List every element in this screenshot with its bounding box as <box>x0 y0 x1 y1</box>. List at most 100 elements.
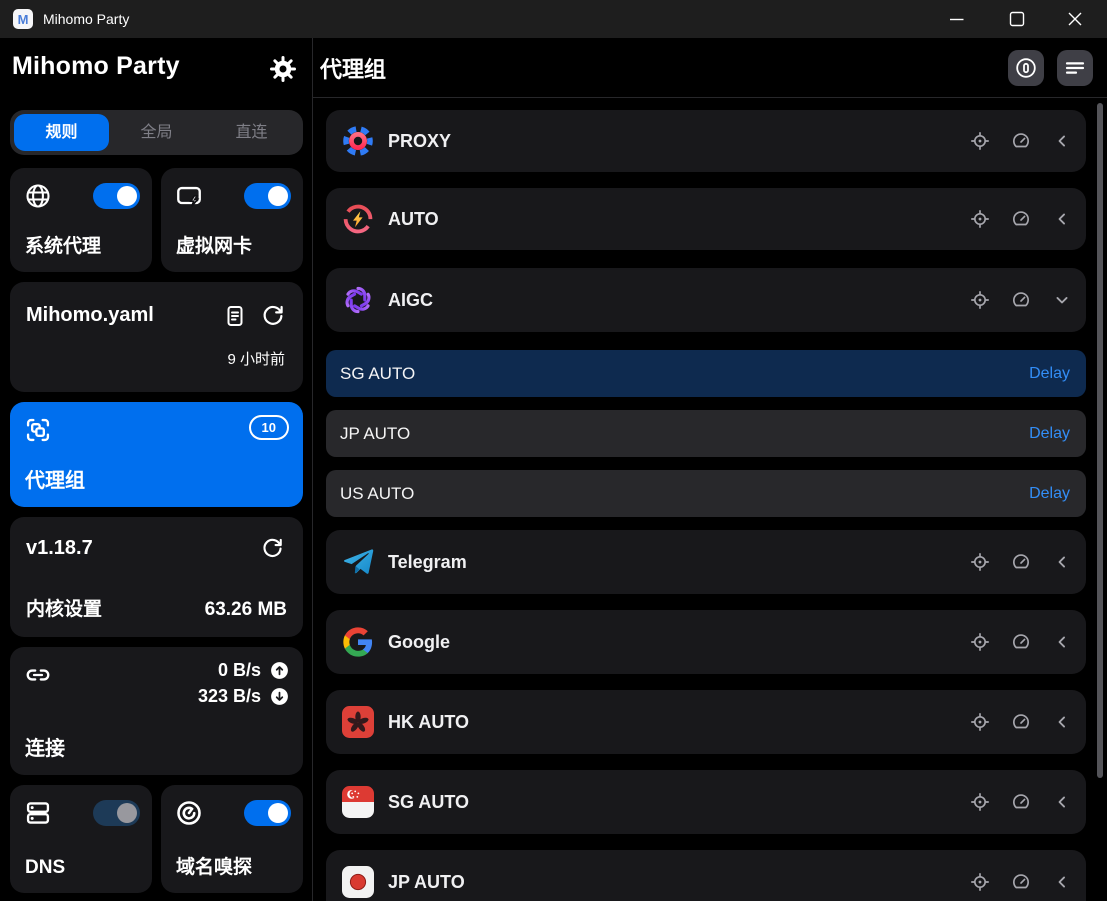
locate-icon[interactable] <box>970 209 990 229</box>
proxy-group-row[interactable]: SG AUTO <box>326 770 1086 834</box>
dns-toggle[interactable] <box>93 800 140 826</box>
chevron-left-icon[interactable] <box>1052 209 1072 229</box>
tun-toggle[interactable] <box>244 183 291 209</box>
group-name: SG AUTO <box>388 792 469 813</box>
core-settings-card[interactable]: v1.18.7 内核设置 63.26 MB <box>10 517 303 637</box>
locate-icon[interactable] <box>970 712 990 732</box>
column-layout-button[interactable] <box>1008 50 1044 86</box>
sort-lines-icon <box>1063 56 1087 80</box>
dns-server-icon <box>24 799 52 827</box>
delay-test-icon[interactable] <box>1011 792 1031 812</box>
connections-label: 连接 <box>25 732 65 761</box>
profile-name: Mihomo.yaml <box>26 304 154 327</box>
chevron-left-icon[interactable] <box>1052 632 1072 652</box>
delay-test-icon[interactable] <box>1011 552 1031 572</box>
locate-icon[interactable] <box>970 552 990 572</box>
tab-global[interactable]: 全局 <box>109 114 204 151</box>
delay-test-icon[interactable] <box>1011 712 1031 732</box>
minimize-button[interactable] <box>934 0 980 38</box>
group-name: PROXY <box>388 131 451 152</box>
proxy-group-count-badge: 10 <box>249 415 289 440</box>
delay-test-icon[interactable] <box>1011 131 1031 151</box>
proxy-name: SG AUTO <box>340 364 415 384</box>
core-settings-label: 内核设置 <box>26 594 102 621</box>
system-proxy-toggle[interactable] <box>93 183 140 209</box>
chevron-left-icon[interactable] <box>1052 552 1072 572</box>
mihomo-party-window: M Mihomo Party Mihomo Party 规则 全局 直连 系统代… <box>0 0 1107 901</box>
group-name: Telegram <box>388 552 467 573</box>
auto-logo-icon <box>342 203 374 235</box>
globe-icon <box>24 182 52 210</box>
sniffer-radar-icon <box>175 799 203 827</box>
hong-kong-flag-icon <box>342 706 374 738</box>
traffic-speeds: 0 B/s 323 B/s <box>198 660 290 707</box>
scrollbar-thumb[interactable] <box>1097 103 1103 778</box>
sidebar-item-proxy-groups[interactable]: 10 代理组 <box>10 402 303 507</box>
profile-card[interactable]: Mihomo.yaml 9 小时前 <box>10 282 303 392</box>
proxy-group-row[interactable]: PROXY <box>326 110 1086 172</box>
close-button[interactable] <box>1052 0 1098 38</box>
proxy-group-row[interactable]: AIGC <box>326 268 1086 332</box>
delay-link[interactable]: Delay <box>1029 425 1070 443</box>
dns-card[interactable]: DNS <box>10 785 152 893</box>
titlebar-title: Mihomo Party <box>43 11 129 27</box>
app-icon: M <box>13 9 33 29</box>
upload-speed: 0 B/s <box>218 660 261 681</box>
tab-direct[interactable]: 直连 <box>204 114 299 151</box>
profile-refresh-icon[interactable] <box>261 304 285 328</box>
link-icon <box>24 661 52 689</box>
google-logo-icon <box>342 626 374 658</box>
chevron-left-icon[interactable] <box>1052 131 1072 151</box>
sniff-card[interactable]: 域名嗅探 <box>161 785 303 893</box>
proxy-item-row[interactable]: US AUTO Delay <box>326 470 1086 517</box>
proxy-group-row[interactable]: Google <box>326 610 1086 674</box>
proxy-item-row[interactable]: JP AUTO Delay <box>326 410 1086 457</box>
sniff-toggle[interactable] <box>244 800 291 826</box>
proxy-group-row[interactable]: HK AUTO <box>326 690 1086 754</box>
system-proxy-card[interactable]: 系统代理 <box>10 168 152 272</box>
connections-card[interactable]: 0 B/s 323 B/s 连接 <box>10 647 303 775</box>
group-name: HK AUTO <box>388 712 469 733</box>
proxy-groups-label: 代理组 <box>25 464 85 493</box>
proxy-group-row[interactable]: Telegram <box>326 530 1086 594</box>
group-name: AIGC <box>388 290 433 311</box>
proxy-item-row[interactable]: SG AUTO Delay <box>326 350 1086 397</box>
upload-arrow-icon <box>269 660 290 681</box>
chevron-left-icon[interactable] <box>1052 792 1072 812</box>
delay-test-icon[interactable] <box>1011 872 1031 892</box>
settings-gear-icon[interactable] <box>268 54 298 84</box>
profile-file-icon[interactable] <box>223 304 247 328</box>
singapore-flag-icon <box>342 786 374 818</box>
core-version: v1.18.7 <box>26 537 93 560</box>
locate-icon[interactable] <box>970 792 990 812</box>
titlebar: M Mihomo Party <box>0 0 1107 38</box>
sidebar-app-title: Mihomo Party <box>12 52 180 81</box>
proxy-group-row[interactable]: JP AUTO <box>326 850 1086 901</box>
chevron-left-icon[interactable] <box>1052 872 1072 892</box>
network-adapter-icon <box>175 182 203 210</box>
locate-icon[interactable] <box>970 131 990 151</box>
sidebar-divider <box>312 38 313 901</box>
proxy-group-scan-icon <box>24 416 52 444</box>
chevron-left-icon[interactable] <box>1052 712 1072 732</box>
tun-card[interactable]: 虚拟网卡 <box>161 168 303 272</box>
download-arrow-icon <box>269 686 290 707</box>
delay-test-icon[interactable] <box>1011 290 1031 310</box>
locate-icon[interactable] <box>970 632 990 652</box>
sort-list-button[interactable] <box>1057 50 1093 86</box>
tab-rule[interactable]: 规则 <box>14 114 109 151</box>
locate-icon[interactable] <box>970 872 990 892</box>
delay-link[interactable]: Delay <box>1029 365 1070 383</box>
page-title: 代理组 <box>320 52 386 84</box>
delay-link[interactable]: Delay <box>1029 485 1070 503</box>
delay-test-icon[interactable] <box>1011 209 1031 229</box>
maximize-button[interactable] <box>994 0 1040 38</box>
header-divider <box>313 97 1107 98</box>
locate-icon[interactable] <box>970 290 990 310</box>
core-refresh-icon[interactable] <box>261 537 285 561</box>
delay-test-icon[interactable] <box>1011 632 1031 652</box>
proxy-group-row[interactable]: AUTO <box>326 188 1086 250</box>
column-layout-icon <box>1014 56 1038 80</box>
telegram-logo-icon <box>342 546 374 578</box>
chevron-down-icon[interactable] <box>1052 290 1072 310</box>
